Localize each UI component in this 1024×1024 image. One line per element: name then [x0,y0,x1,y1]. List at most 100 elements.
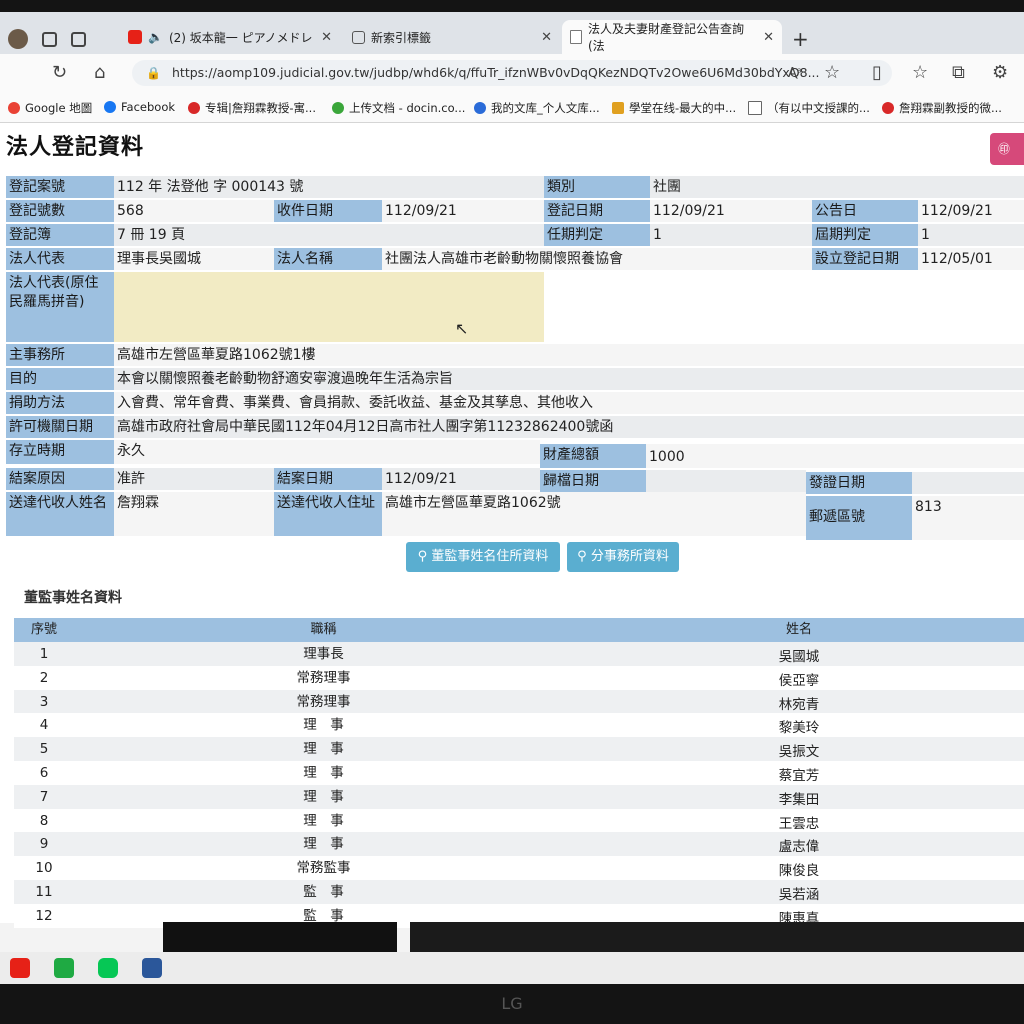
assets-value: 1000 [646,444,1024,468]
table-row: 8理 事王雲忠 [14,808,1024,833]
close-icon[interactable]: ✕ [763,30,774,45]
extensions-icon[interactable]: ⚙ [992,62,1008,83]
cell-no: 4 [39,717,49,734]
facebook-icon [104,101,116,113]
tab-youtube[interactable]: 🔈 (2) 坂本龍一 ピアノメドレ ✕ [120,20,340,54]
close-icon[interactable]: ✕ [321,30,332,45]
agent-addr-label: 送達代收人住址 [274,492,382,536]
directors-info-button[interactable]: ⚲ 董監事姓名住所資料 [406,542,560,572]
page-icon [748,101,762,115]
bookmark-item[interactable]: 學堂在线-最大的中... [612,100,736,116]
cell-no: 6 [39,765,49,781]
url-field[interactable]: 🔒 https://aomp109.judicial.gov.tw/judbp/… [132,60,892,86]
col-header-no: 序號 [30,622,57,637]
collections-icon[interactable] [42,31,57,47]
case-no-value: 112 年 法登他 字 000143 號 [114,176,544,198]
split-screen-icon[interactable]: ▯ [872,62,882,83]
cell-title: 理 事 [303,788,344,805]
table-row: 10 常務監事 陳俊良 [14,856,1024,881]
docin-icon [332,102,344,114]
new-tab-icon[interactable]: + [792,27,809,51]
youtube-icon [128,30,142,44]
print-icon: ㊞ [998,142,1011,156]
close-date-label: 結案日期 [274,468,382,490]
favorites-icon[interactable]: ☆ [912,62,928,83]
announce-date-label: 公告日 [812,200,918,222]
tab-actions-icon[interactable] [71,31,86,47]
col-header-title: 職稱 [310,622,337,637]
search-icon: ⚲ [577,549,587,564]
duration-value: 永久 [114,440,540,464]
cell-title: 理 事 [303,717,344,734]
bookmark-label: 专辑|詹翔霖教授-寓... [205,101,316,115]
cell-title: 監 事 [303,884,344,900]
receipt-date-label: 收件日期 [274,200,382,222]
session-label: 屆期判定 [812,224,918,246]
cell-no: 5 [39,741,49,758]
cell-no: 10 [35,860,53,877]
xuetang-icon [612,102,624,114]
purpose-value: 本會以關懷照養老齡動物舒適安寧渡過晚年生活為宗旨 [114,368,1024,390]
page-content: 法人登記資料 ㊞ 登記案號 112 年 法登他 字 000143 號 類別 社團… [0,123,1024,928]
zip-value: 813 [912,496,1024,540]
youtube-icon[interactable] [10,958,30,978]
branch-office-button[interactable]: ⚲ 分事務所資料 [567,542,679,572]
screen: 🔈 (2) 坂本龍一 ピアノメドレ ✕ 新索引標籤 ✕ 法人及夫妻財產登記公告查… [0,12,1024,984]
bookmark-item[interactable]: 上传文档 - docin.co... [332,100,465,116]
book-value: 7 冊 19 頁 [114,224,544,246]
search-icon: ⚲ [417,549,428,564]
bookmark-item[interactable]: 专辑|詹翔霖教授-寓... [188,100,316,116]
close-icon[interactable]: ✕ [541,30,552,45]
read-aloud-icon[interactable]: Aᵃ [788,66,802,81]
page-icon [570,30,582,44]
mouse-cursor-icon: ↖ [455,319,469,338]
funding-label: 捐助方法 [6,392,114,414]
cell-title: 常務理事 [296,669,351,686]
tab-label: 新索引標籤 [371,30,432,45]
tab-judicial[interactable]: 法人及夫妻財產登記公告查詢(法 ✕ [562,20,782,54]
office-value: 高雄市左營區華夏路1062號1樓 [114,344,1024,366]
home-icon[interactable]: ⌂ [94,62,105,83]
collections-toolbar-icon[interactable]: ⧉ [952,62,965,83]
agent-name-value: 詹翔霖 [114,492,274,536]
bookmark-item[interactable]: 詹翔霖副教授的微... [882,100,1002,116]
maps-pin-icon [8,102,20,114]
favorite-star-icon[interactable]: ☆ [824,62,840,83]
reader-label: A [788,66,797,81]
cell-no: 11 [35,884,53,900]
speaker-icon[interactable]: 🔈 [148,30,163,44]
print-button[interactable]: ㊞ [990,133,1024,165]
cell-no: 12 [35,907,53,924]
bookmark-item[interactable]: Google 地圖 [8,100,92,116]
term-value: 1 [650,224,812,246]
line-icon[interactable] [54,958,74,978]
cell-title: 理 事 [303,741,344,758]
tab-label: (2) 坂本龍一 ピアノメドレ [168,30,313,45]
newtab-icon [352,30,365,44]
table-row: 2 常務理事 侯亞寧 [14,665,1024,690]
refresh-icon[interactable]: ↻ [52,62,67,83]
bookmarks-bar: Google 地圖 Facebook 专辑|詹翔霖教授-寓... 上传文档 - … [0,94,1024,123]
table-row: 3 常務理事 林宛青 [14,689,1024,714]
word-icon[interactable] [142,958,162,978]
bookmark-item[interactable]: Facebook [104,100,175,114]
tab-label: 法人及夫妻財產登記公告查詢(法 [588,22,745,53]
table-row: 9理 事盧志偉 [14,832,1024,857]
table-row: 11 監 事吳若涵 [14,880,1024,904]
funding-value: 入會費、常年會費、事業費、會員捐款、委託收益、基金及其孳息、其他收入 [114,392,1024,414]
case-no-label: 登記案號 [6,176,114,198]
baidu-paw-icon [474,102,486,114]
line-app-icon[interactable] [98,958,118,978]
weibo-icon [188,102,200,114]
monitor-logo: LG [501,994,523,1013]
cell-title: 理事長 [303,646,344,662]
profile-avatar[interactable] [8,29,28,49]
tab-new[interactable]: 新索引標籤 ✕ [344,20,560,54]
reg-count-value: 568 [114,200,274,222]
lock-icon: 🔒 [146,66,161,80]
cell-no: 2 [39,669,49,686]
close-reason-value: 准許 [114,468,274,490]
bookmark-item[interactable]: （有以中文授課的... [748,100,870,116]
bookmark-item[interactable]: 我的文库_个人文库... [474,100,600,116]
announce-date-value: 112/09/21 [918,200,1024,222]
